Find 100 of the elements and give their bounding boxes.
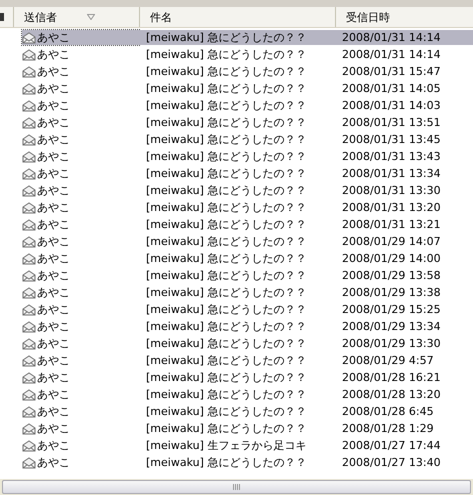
envelope-icon [22, 218, 36, 230]
subject-cell-text: [meiwaku] 急にどうしたの？？ [145, 421, 308, 436]
grip-icon [232, 484, 240, 490]
sender-cell[interactable]: あやこ [22, 404, 139, 419]
envelope-icon [22, 320, 36, 332]
subject-cell-text: [meiwaku] 急にどうしたの？？ [145, 200, 308, 215]
sender-cell[interactable]: あやこ [22, 370, 139, 385]
date-cell-text: 2008/01/31 13:43 [341, 149, 442, 164]
date-cell-text: 2008/01/31 14:05 [341, 81, 442, 96]
envelope-icon [22, 150, 36, 162]
subject-cell: [meiwaku] 急にどうしたの？？ [139, 30, 335, 45]
date-cell-text: 2008/01/31 13:21 [341, 217, 442, 232]
sender-cell[interactable]: あやこ [22, 302, 139, 317]
sender-cell[interactable]: あやこ [22, 438, 139, 453]
sender-cell[interactable]: あやこ [22, 149, 139, 164]
sender-cell[interactable]: あやこ [22, 166, 139, 181]
envelope-icon [22, 456, 36, 468]
envelope-icon [22, 168, 36, 180]
envelope-icon [22, 32, 36, 44]
date-cell-text: 2008/01/28 16:21 [341, 370, 442, 385]
sender-cell[interactable]: あやこ [22, 30, 139, 45]
sender-cell[interactable]: あやこ [22, 234, 139, 249]
envelope-icon [22, 184, 36, 196]
envelope-icon [22, 48, 36, 60]
envelope-icon [22, 100, 36, 112]
envelope-icon [22, 372, 36, 384]
date-cell-text: 2008/01/29 13:34 [341, 319, 442, 334]
subject-cell-text: [meiwaku] 急にどうしたの？？ [145, 98, 308, 113]
sender-cell[interactable]: あやこ [22, 285, 139, 300]
sender-cell[interactable]: あやこ [22, 268, 139, 283]
envelope-icon [22, 440, 36, 452]
date-cell-text: 2008/01/27 17:44 [341, 438, 442, 453]
subject-cell-text: [meiwaku] 急にどうしたの？？ [145, 251, 308, 266]
sender-cell[interactable]: あやこ [22, 81, 139, 96]
sender-cell[interactable]: あやこ [22, 64, 139, 79]
date-cell-text: 2008/01/31 13:51 [341, 115, 442, 130]
subject-cell-text: [meiwaku] 急にどうしたの？？ [145, 81, 308, 96]
column-header[interactable]: 件名 [139, 7, 335, 27]
date-cell-text: 2008/01/28 6:45 [341, 404, 435, 419]
date-cell-text: 2008/01/31 14:03 [341, 98, 442, 113]
sender-cell[interactable]: あやこ [22, 115, 139, 130]
sender-cell[interactable]: あやこ [22, 319, 139, 334]
subject-cell-text: [meiwaku] 急にどうしたの？？ [145, 268, 308, 283]
subject-cell-text: [meiwaku] 生フェラから足コキ [145, 438, 308, 453]
subject-cell-text: [meiwaku] 急にどうしたの？？ [145, 319, 308, 334]
date-cell-text: 2008/01/28 13:20 [341, 387, 442, 402]
envelope-icon [22, 116, 36, 128]
date-cell-text: 2008/01/31 13:34 [341, 166, 442, 181]
sender-cell[interactable]: あやこ [22, 217, 139, 232]
envelope-icon [22, 270, 36, 282]
subject-cell-text: [meiwaku] 急にどうしたの？？ [145, 387, 308, 402]
subject-cell-text: [meiwaku] 急にどうしたの？？ [145, 370, 308, 385]
subject-cell-text: [meiwaku] 急にどうしたの？？ [145, 455, 308, 470]
envelope-icon [22, 406, 36, 418]
date-cell-text: 2008/01/27 13:40 [341, 455, 442, 470]
subject-cell-text: [meiwaku] 急にどうしたの？？ [145, 404, 308, 419]
sender-cell[interactable]: あやこ [22, 183, 139, 198]
envelope-icon [22, 202, 36, 214]
sender-cell[interactable]: あやこ [22, 98, 139, 113]
sender-cell[interactable]: あやこ [22, 353, 139, 368]
date-cell-text: 2008/01/29 14:00 [341, 251, 442, 266]
sender-cell[interactable]: あやこ [22, 132, 139, 147]
subject-cell-text: [meiwaku] 急にどうしたの？？ [145, 166, 308, 181]
envelope-icon [22, 354, 36, 366]
date-cell-text: 2008/01/29 13:38 [341, 285, 442, 300]
envelope-icon [22, 286, 36, 298]
envelope-icon [22, 338, 36, 350]
sender-cell[interactable]: あやこ [22, 387, 139, 402]
subject-cell-text: [meiwaku] 急にどうしたの？？ [145, 149, 308, 164]
envelope-icon [22, 422, 36, 434]
subject-cell-text: [meiwaku] 急にどうしたの？？ [145, 183, 308, 198]
subject-cell-text: [meiwaku] 急にどうしたの？？ [145, 217, 308, 232]
sender-cell[interactable]: あやこ [22, 421, 139, 436]
subject-cell-text: [meiwaku] 急にどうしたの？？ [145, 336, 308, 351]
envelope-icon [22, 304, 36, 316]
subject-cell-text: [meiwaku] 急にどうしたの？？ [145, 302, 308, 317]
date-cell-text: 2008/01/29 13:30 [341, 336, 442, 351]
envelope-icon [22, 134, 36, 146]
sender-cell[interactable]: あやこ [22, 47, 139, 62]
subject-cell-text: [meiwaku] 急にどうしたの？？ [145, 234, 308, 249]
flag-icon [0, 12, 5, 22]
subject-cell-text: [meiwaku] 急にどうしたの？？ [145, 285, 308, 300]
date-cell-text: 2008/01/31 15:47 [341, 64, 442, 79]
date-cell-text: 2008/01/29 14:07 [341, 234, 442, 249]
envelope-icon [22, 388, 36, 400]
subject-cell-text: [meiwaku] 急にどうしたの？？ [145, 115, 308, 130]
date-cell-text: 2008/01/29 4:57 [341, 353, 435, 368]
date-cell-text: 2008/01/29 13:58 [341, 268, 442, 283]
envelope-icon [22, 82, 36, 94]
date-cell-text: 2008/01/31 14:14 [341, 47, 442, 62]
column-header[interactable]: 受信日時 [335, 7, 473, 27]
subject-cell-text: [meiwaku] 急にどうしたの？？ [145, 353, 308, 368]
date-cell-text: 2008/01/29 15:25 [341, 302, 442, 317]
date-cell-text: 2008/01/31 13:30 [341, 183, 442, 198]
column-header[interactable]: 送信者 [13, 7, 139, 27]
subject-cell-text: [meiwaku] 急にどうしたの？？ [145, 47, 308, 62]
sender-cell[interactable]: あやこ [22, 200, 139, 215]
sender-cell[interactable]: あやこ [22, 251, 139, 266]
sender-cell[interactable]: あやこ [22, 336, 139, 351]
sender-cell[interactable]: あやこ [22, 455, 139, 470]
